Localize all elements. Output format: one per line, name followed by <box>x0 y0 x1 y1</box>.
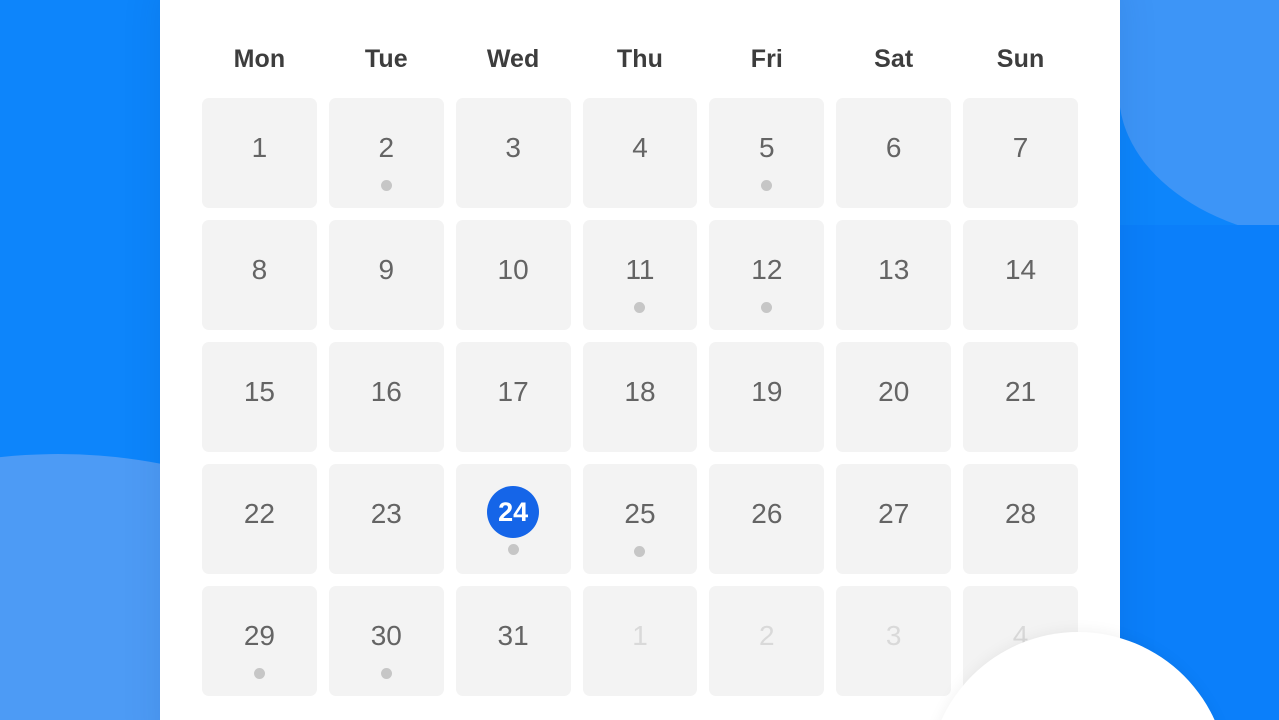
day-number: 28 <box>1004 498 1037 529</box>
calendar-screen: Mon Tue Wed Thu Fri Sat Sun 1 2 3 4 5 6 7 8 9 10 11 12 13 1… <box>0 0 1279 720</box>
event-dot-icon <box>634 546 646 557</box>
day-cell[interactable]: 4 <box>582 98 698 208</box>
day-cell[interactable]: 28 <box>963 464 1078 574</box>
calendar-card: Mon Tue Wed Thu Fri Sat Sun 1 2 3 4 5 6 7 8 9 10 11 12 13 1… <box>160 0 1120 720</box>
day-number: 20 <box>878 376 910 407</box>
day-number: 3 <box>505 132 521 163</box>
day-cell[interactable]: 16 <box>328 342 444 452</box>
day-number: 1 <box>632 620 648 651</box>
weekday-label-sat: Sat <box>874 45 914 73</box>
day-number: 16 <box>370 376 402 407</box>
day-number: 6 <box>885 132 902 163</box>
day-cell[interactable]: 13 <box>836 220 952 330</box>
day-cell[interactable]: 12 <box>709 220 825 330</box>
day-cell[interactable]: 25 <box>582 464 698 574</box>
day-number: 13 <box>878 254 910 285</box>
day-number: 5 <box>759 132 775 163</box>
day-cell[interactable]: 7 <box>963 98 1078 208</box>
day-number: 18 <box>624 376 656 407</box>
event-dot-icon <box>634 302 646 313</box>
event-dot-icon <box>761 180 773 191</box>
day-cell[interactable]: 9 <box>328 220 444 330</box>
day-cell[interactable]: 18 <box>582 342 698 452</box>
event-dot-icon <box>761 302 773 313</box>
event-dot-icon <box>507 544 519 555</box>
day-number: 2 <box>759 620 775 651</box>
event-dot-icon <box>380 180 392 191</box>
day-number: 7 <box>1012 132 1029 163</box>
day-number: 27 <box>878 498 910 529</box>
day-number: 17 <box>497 376 529 407</box>
day-cell[interactable]: 15 <box>202 342 317 452</box>
day-cell[interactable]: 8 <box>202 220 317 330</box>
day-cell[interactable]: 19 <box>709 342 825 452</box>
weekday-label-mon: Mon <box>233 45 286 73</box>
day-grid: 1 2 3 4 5 6 7 8 9 10 11 12 13 14 15 16 17 18 19 20 21 22 23 24 2… <box>202 98 1078 696</box>
day-cell[interactable]: 3 <box>836 586 952 696</box>
weekday-label-tue: Tue <box>364 45 408 73</box>
day-cell[interactable]: 14 <box>963 220 1078 330</box>
day-number: 26 <box>751 498 783 529</box>
day-number: 19 <box>751 376 783 407</box>
day-number: 22 <box>243 498 275 529</box>
day-cell[interactable]: 26 <box>709 464 825 574</box>
background-shape-right-dark <box>1119 225 1279 720</box>
day-number: 31 <box>497 620 529 651</box>
day-cell[interactable]: 3 <box>455 98 571 208</box>
day-cell[interactable]: 23 <box>328 464 444 574</box>
day-number: 15 <box>243 376 275 407</box>
weekday-label-sun: Sun <box>996 45 1045 73</box>
day-cell[interactable]: 1 <box>202 98 317 208</box>
weekday-label-wed: Wed <box>486 45 540 73</box>
event-dot-icon <box>380 668 392 679</box>
day-number: 21 <box>1004 376 1037 407</box>
day-cell[interactable]: 31 <box>455 586 571 696</box>
day-number: 4 <box>632 132 648 163</box>
day-cell[interactable]: 6 <box>836 98 952 208</box>
weekday-header-row: Mon Tue Wed Thu Fri Sat Sun <box>202 44 1078 74</box>
day-number: 1 <box>251 132 268 163</box>
background-shape-right-light <box>1119 0 1279 242</box>
day-cell[interactable]: 11 <box>582 220 698 330</box>
day-number: 14 <box>1004 254 1037 285</box>
day-number: 12 <box>751 254 783 285</box>
day-cell-selected[interactable]: 24 <box>455 464 571 574</box>
day-number: 30 <box>370 620 402 651</box>
day-cell[interactable]: 17 <box>455 342 571 452</box>
day-cell[interactable]: 2 <box>709 586 825 696</box>
day-number: 8 <box>251 254 268 285</box>
day-cell[interactable]: 5 <box>709 98 825 208</box>
day-number: 24 <box>487 486 540 538</box>
calendar-card-inner: Mon Tue Wed Thu Fri Sat Sun 1 2 3 4 5 6 7 8 9 10 11 12 13 1… <box>160 0 1120 696</box>
day-cell[interactable]: 22 <box>202 464 317 574</box>
weekday-label-fri: Fri <box>750 45 783 73</box>
day-cell[interactable]: 27 <box>836 464 952 574</box>
day-cell[interactable]: 1 <box>582 586 698 696</box>
event-dot-icon <box>253 668 265 679</box>
day-number: 25 <box>624 498 656 529</box>
day-number: 11 <box>625 254 655 285</box>
day-number: 9 <box>378 254 395 285</box>
day-number: 2 <box>378 132 395 163</box>
weekday-label-thu: Thu <box>616 45 664 73</box>
day-number: 29 <box>243 620 275 651</box>
day-cell[interactable]: 21 <box>963 342 1078 452</box>
day-number: 3 <box>885 620 902 651</box>
day-cell[interactable]: 29 <box>202 586 317 696</box>
day-cell[interactable]: 30 <box>328 586 444 696</box>
day-number: 23 <box>370 498 402 529</box>
day-cell[interactable]: 2 <box>328 98 444 208</box>
day-cell[interactable]: 10 <box>455 220 571 330</box>
day-cell[interactable]: 20 <box>836 342 952 452</box>
day-number: 10 <box>497 254 529 285</box>
